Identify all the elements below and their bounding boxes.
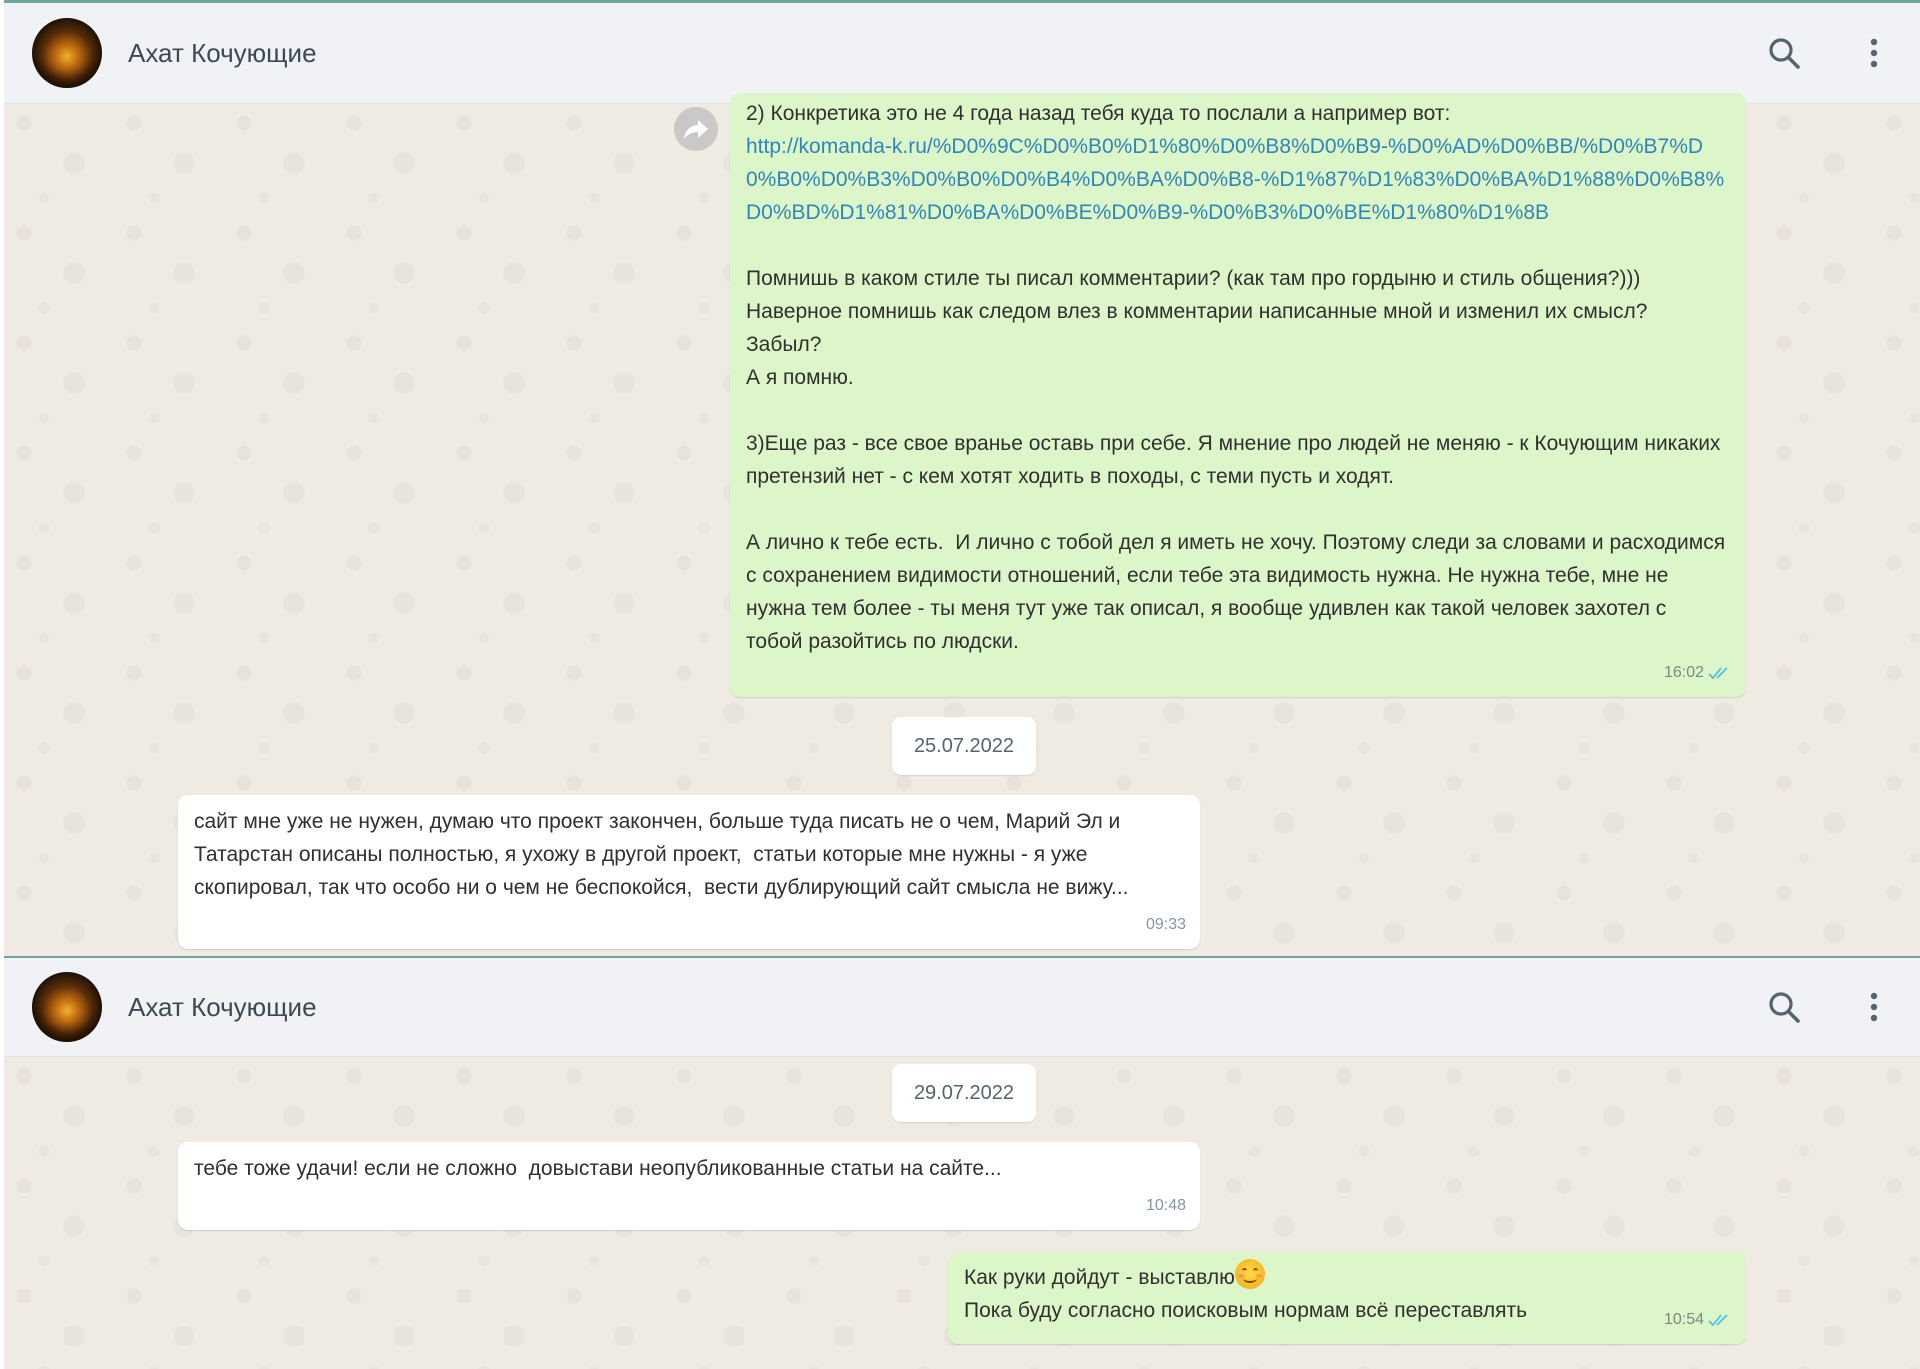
menu-icon[interactable] <box>1854 987 1894 1027</box>
search-icon[interactable] <box>1764 33 1804 73</box>
message-bubble-incoming[interactable]: тебе тоже удачи! если не сложно довыстав… <box>178 1142 1200 1230</box>
forward-button[interactable] <box>674 107 718 151</box>
message-line-2: Пока буду согласно поисковым нормам всё … <box>964 1299 1528 1322</box>
message-line-1: Как руки дойдут - выставлю <box>964 1266 1235 1289</box>
message-text: 2) Конкретика это не 4 года назад тебя к… <box>746 97 1728 658</box>
contact-avatar[interactable] <box>32 18 102 88</box>
contact-name[interactable]: Ахат Кочующие <box>128 992 317 1023</box>
message-text: Как руки дойдут - выставлю Пока буду сог… <box>964 1259 1636 1327</box>
date-label: 29.07.2022 <box>913 1081 1015 1104</box>
double-check-icon <box>1708 1313 1728 1326</box>
message-meta: 09:33 <box>1146 908 1186 941</box>
message-time: 09:33 <box>1145 916 1186 933</box>
message-meta: 16:02 <box>1664 656 1732 689</box>
message-bubble-outgoing[interactable]: 2) Конкретика это не 4 года назад тебя к… <box>730 93 1746 697</box>
message-time: 10:48 <box>1145 1197 1186 1214</box>
message-bubble-incoming[interactable]: сайт мне уже не нужен, думаю что проект … <box>178 795 1200 949</box>
date-separator: 29.07.2022 <box>892 1064 1036 1122</box>
message-body: Помнишь в каком стиле ты писал комментар… <box>746 267 1726 653</box>
menu-icon[interactable] <box>1854 33 1894 73</box>
message-time: 10:54 <box>1663 1311 1704 1328</box>
message-meta: 10:54 <box>1664 1303 1732 1336</box>
message-time: 16:02 <box>1663 664 1704 681</box>
chat-header: Ахат Кочующие <box>4 958 1920 1057</box>
message-meta: 10:48 <box>1146 1189 1186 1222</box>
smiling-face-emoji-icon <box>1234 1259 1265 1289</box>
message-link[interactable]: http://komanda-k.ru/%D0%9C%D0%B0%D1%80%D… <box>746 135 1724 224</box>
date-separator: 25.07.2022 <box>892 717 1036 775</box>
double-check-icon <box>1708 666 1728 679</box>
chat-panel-bottom: Ахат Кочующие 29.07.2022 тебе тоже удачи… <box>4 958 1920 1369</box>
message-text: тебе тоже удачи! если не сложно довыстав… <box>194 1157 1002 1180</box>
message-text: сайт мне уже не нужен, думаю что проект … <box>194 810 1129 899</box>
date-label: 25.07.2022 <box>913 734 1015 757</box>
contact-name[interactable]: Ахат Кочующие <box>128 38 317 69</box>
message-bubble-outgoing[interactable]: Как руки дойдут - выставлю Пока буду сог… <box>948 1252 1746 1344</box>
chat-panel-top: Ахат Кочующие 2) Конкретика это не 4 год… <box>4 0 1920 958</box>
contact-avatar[interactable] <box>32 972 102 1042</box>
message-intro: 2) Конкретика это не 4 года назад тебя к… <box>746 102 1451 125</box>
chat-header: Ахат Кочующие <box>4 3 1920 104</box>
search-icon[interactable] <box>1764 987 1804 1027</box>
forward-arrow-icon <box>684 120 708 139</box>
